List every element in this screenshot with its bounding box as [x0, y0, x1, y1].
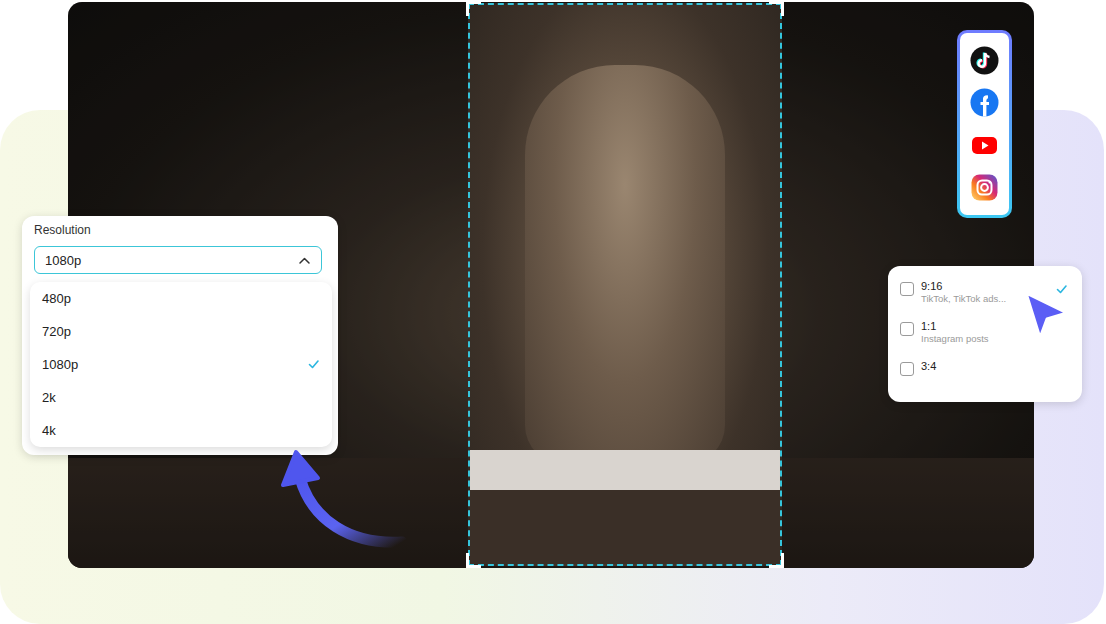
check-icon [1056, 284, 1068, 295]
resolution-options: 480p 720p 1080p 2k 4k [30, 282, 332, 447]
option-label: 2k [42, 390, 56, 405]
ratio-label: 3:4 [921, 359, 936, 373]
ratio-description: TikTok, TikTok ads... [921, 293, 1006, 305]
crop-handle[interactable] [466, 1, 481, 16]
youtube-icon [970, 131, 999, 160]
option-text: 3:4 [921, 359, 936, 373]
cursor-icon [1026, 293, 1067, 338]
platform-button[interactable] [970, 88, 999, 117]
overlay-arrows [0, 0, 1106, 624]
resolution-select[interactable]: 1080p [34, 246, 322, 274]
facebook-icon [970, 88, 999, 117]
option-label: 1080p [42, 357, 78, 372]
option-label: 720p [42, 324, 71, 339]
cat-shape [525, 65, 725, 465]
option-text: 9:16TikTok, TikTok ads... [921, 279, 1006, 305]
option-label: 4k [42, 423, 56, 438]
tiktok-icon [970, 46, 999, 75]
platform-button[interactable] [970, 131, 999, 160]
checkbox[interactable] [900, 282, 914, 296]
instagram-icon [970, 173, 999, 202]
aspect-ratio-option[interactable]: 3:4 [900, 354, 1070, 394]
aspect-ratio-option[interactable]: 1:1Instagram posts [900, 314, 1070, 354]
checkbox[interactable] [900, 322, 914, 336]
resolution-value: 1080p [45, 253, 81, 268]
ratio-description: Instagram posts [921, 333, 989, 345]
platform-button[interactable] [970, 46, 999, 75]
chevron-up-icon [298, 255, 311, 266]
aspect-ratio-option[interactable]: 9:16TikTok, TikTok ads... [900, 274, 1070, 314]
aspect-ratio-panel: 9:16TikTok, TikTok ads... 1:1Instagram po… [888, 266, 1082, 402]
option-text: 1:1Instagram posts [921, 319, 989, 345]
option-label: 480p [42, 291, 71, 306]
crop-handle[interactable] [769, 553, 784, 568]
platform-panel [957, 30, 1012, 218]
checkbox[interactable] [900, 362, 914, 376]
resolution-option[interactable]: 480p [30, 282, 332, 315]
resolution-label: Resolution [34, 223, 322, 237]
resolution-option[interactable]: 2k [30, 381, 332, 414]
resolution-option[interactable]: 720p [30, 315, 332, 348]
crop-handle[interactable] [769, 1, 784, 16]
crop-handle[interactable] [466, 553, 481, 568]
check-icon [308, 359, 320, 370]
ratio-label: 1:1 [921, 319, 989, 333]
resolution-dropdown: Resolution 1080p 480p 720p 1080p 2k 4k [22, 216, 338, 455]
crop-frame[interactable] [468, 3, 782, 566]
platform-button[interactable] [970, 173, 999, 202]
resolution-option[interactable]: 1080p [30, 348, 332, 381]
resolution-option[interactable]: 4k [30, 414, 332, 447]
floor-shape [470, 490, 780, 564]
ratio-label: 9:16 [921, 279, 1006, 293]
sill-shape [470, 450, 780, 490]
